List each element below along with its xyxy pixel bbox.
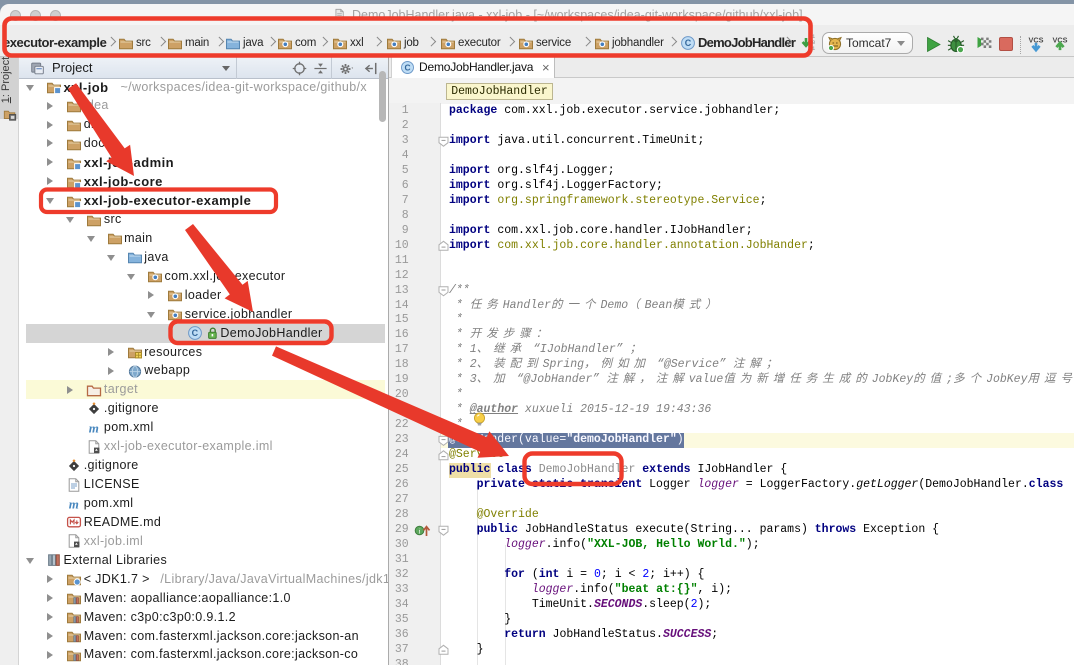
svg-text:m: m <box>89 420 99 435</box>
svg-text:C: C <box>685 38 692 48</box>
svg-text:C: C <box>192 328 199 338</box>
svg-text:m: m <box>69 496 79 511</box>
svg-text:i: i <box>419 528 421 536</box>
